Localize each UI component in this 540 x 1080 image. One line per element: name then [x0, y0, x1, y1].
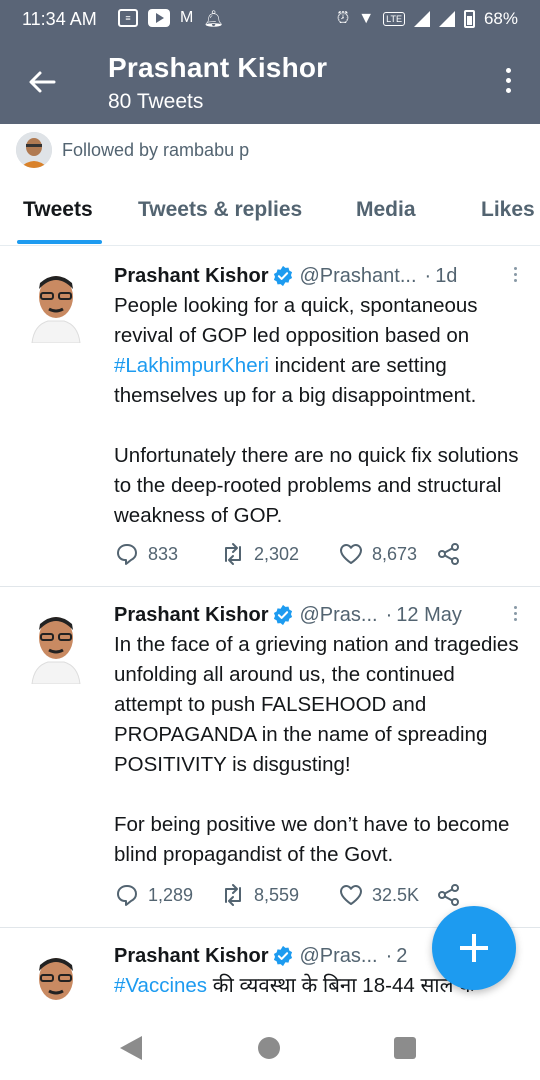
status-bar: 11:34 AM ≡ M 🔔︎ ⏰︎ ▼ LTE 68% [0, 0, 540, 40]
nav-back-icon[interactable] [120, 1036, 142, 1060]
verified-badge-icon [274, 604, 293, 626]
tweet[interactable]: Prashant Kishor @Pras... · 12 May In the… [0, 588, 540, 928]
reply-button[interactable]: 1,289 [114, 882, 220, 908]
share-icon [438, 884, 459, 906]
author-handle: @Pras... [299, 944, 378, 967]
hashtag-link[interactable]: #LakhimpurKheri [114, 354, 269, 377]
verified-badge-icon [274, 265, 293, 287]
author-handle: @Prashant... [299, 264, 417, 287]
verified-badge-icon [274, 945, 293, 967]
retweet-button[interactable]: 8,559 [220, 882, 338, 908]
tweet-header: Prashant Kishor @Prashant... · 1d [114, 264, 458, 288]
reply-icon [117, 885, 137, 906]
share-icon [438, 543, 459, 565]
author-avatar[interactable] [24, 949, 88, 1014]
retweet-icon [225, 543, 241, 565]
system-icons: ⏰︎ ▼ LTE 68% [337, 9, 518, 29]
author-handle: @Pras... [299, 603, 378, 626]
signal-icon-2 [438, 11, 455, 27]
signal-icon [413, 11, 430, 27]
profile-name-title: Prashant Kishor [108, 52, 328, 83]
tweet-time: 1d [435, 264, 458, 287]
compose-plus-icon[interactable] [432, 906, 516, 990]
author-name[interactable]: Prashant Kishor [114, 265, 268, 288]
tweet-actions: 1,289 8,559 32.5K [114, 882, 462, 908]
reply-button[interactable]: 833 [114, 541, 220, 567]
tweet-header: Prashant Kishor @Pras... · 12 May [114, 603, 462, 627]
reply-icon [117, 544, 137, 565]
profile-header-bar: Prashant Kishor 80 Tweets [0, 40, 540, 124]
nav-home-icon[interactable] [258, 1037, 280, 1059]
followed-by-text: Followed by rambabu p [62, 139, 250, 160]
youtube-notification-icon [148, 9, 170, 27]
tweet-more-icon[interactable] [512, 606, 518, 626]
battery-icon [463, 10, 475, 28]
tab-media[interactable]: Media [356, 198, 416, 222]
share-button[interactable] [436, 882, 462, 908]
retweet-button[interactable]: 2,302 [220, 541, 338, 567]
author-avatar[interactable] [24, 267, 88, 343]
tab-tweets-and-replies[interactable]: Tweets & replies [138, 198, 302, 222]
overflow-menu-icon[interactable] [504, 68, 512, 98]
news-notification-icon: ≡ [118, 9, 138, 27]
tab-likes[interactable]: Likes [481, 198, 535, 222]
tweet-text: In the face of a grieving nation and tra… [114, 633, 519, 866]
author-name[interactable]: Prashant Kishor [114, 604, 268, 627]
back-arrow-icon[interactable] [26, 66, 58, 98]
profile-tabs: Tweets Tweets & replies Media Likes [0, 186, 540, 246]
tweet-time: 2 [396, 944, 408, 967]
author-avatar[interactable] [24, 608, 88, 684]
active-tab-indicator [17, 240, 102, 244]
like-button[interactable]: 8,673 [338, 541, 436, 567]
followed-by-row[interactable]: Followed by rambabu p [16, 130, 249, 170]
tweet-time: 12 May [396, 603, 462, 626]
tweet-actions: 833 2,302 8,673 [114, 541, 462, 567]
like-button[interactable]: 32.5K [338, 882, 436, 908]
alarm-icon: ⏰︎ [336, 10, 350, 27]
volte-icon: LTE [383, 12, 405, 26]
share-button[interactable] [436, 541, 462, 567]
tweet-count: 80 Tweets [108, 90, 204, 113]
nav-recents-icon[interactable] [394, 1037, 416, 1059]
bell-notification-icon: 🔔︎ [203, 11, 224, 28]
tweet-text: People looking for a quick, spontaneous … [114, 294, 519, 527]
author-name[interactable]: Prashant Kishor [114, 945, 268, 968]
retweet-icon [225, 884, 241, 906]
tweet[interactable]: Prashant Kishor @Prashant... · 1d People… [0, 247, 540, 587]
wifi-icon: ▼ [358, 10, 375, 27]
notification-icons: ≡ M 🔔︎ [118, 9, 224, 29]
tweet-more-icon[interactable] [512, 267, 518, 287]
like-icon [340, 885, 362, 905]
gmail-notification-icon: M [180, 9, 194, 26]
like-icon [340, 544, 362, 564]
follower-avatar [16, 132, 52, 168]
status-time: 11:34 AM [22, 9, 97, 29]
tab-tweets[interactable]: Tweets [23, 198, 93, 222]
battery-percent: 68% [483, 9, 518, 28]
hashtag-link[interactable]: #Vaccines [114, 974, 207, 997]
system-navigation-bar [0, 1014, 540, 1080]
